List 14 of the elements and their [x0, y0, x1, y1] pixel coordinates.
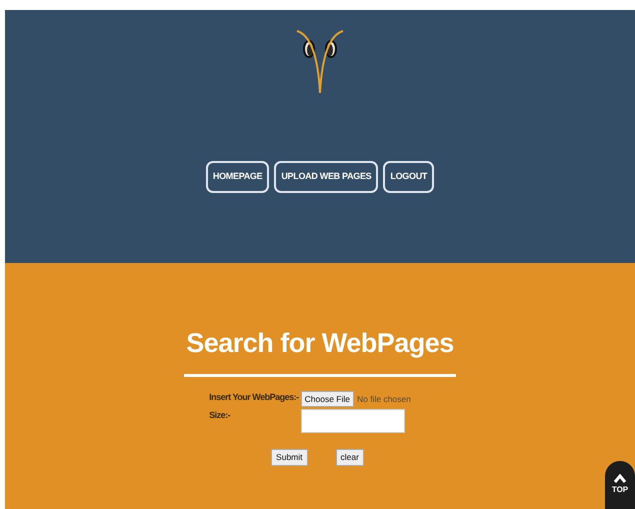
choose-file-button[interactable]: Choose File [300, 390, 354, 408]
page-heading: Search for WebPages [184, 323, 456, 376]
back-to-top-button[interactable]: TOP [605, 461, 635, 509]
owl-logo [295, 27, 345, 95]
clear-button[interactable]: clear [336, 449, 364, 466]
submit-button[interactable]: Submit [271, 449, 308, 466]
nav-button[interactable]: LOGOUT [383, 161, 434, 192]
file-status: No file chosen [357, 392, 411, 406]
nav-button[interactable]: HOMEPAGE [206, 161, 270, 192]
caret-up-icon [613, 474, 627, 484]
file-label: Insert Your WebPages:- [209, 390, 299, 404]
nav-button[interactable]: UPLOAD WEB PAGES [274, 161, 378, 192]
size-label: Size:- [209, 409, 232, 422]
size-field[interactable] [300, 409, 405, 434]
